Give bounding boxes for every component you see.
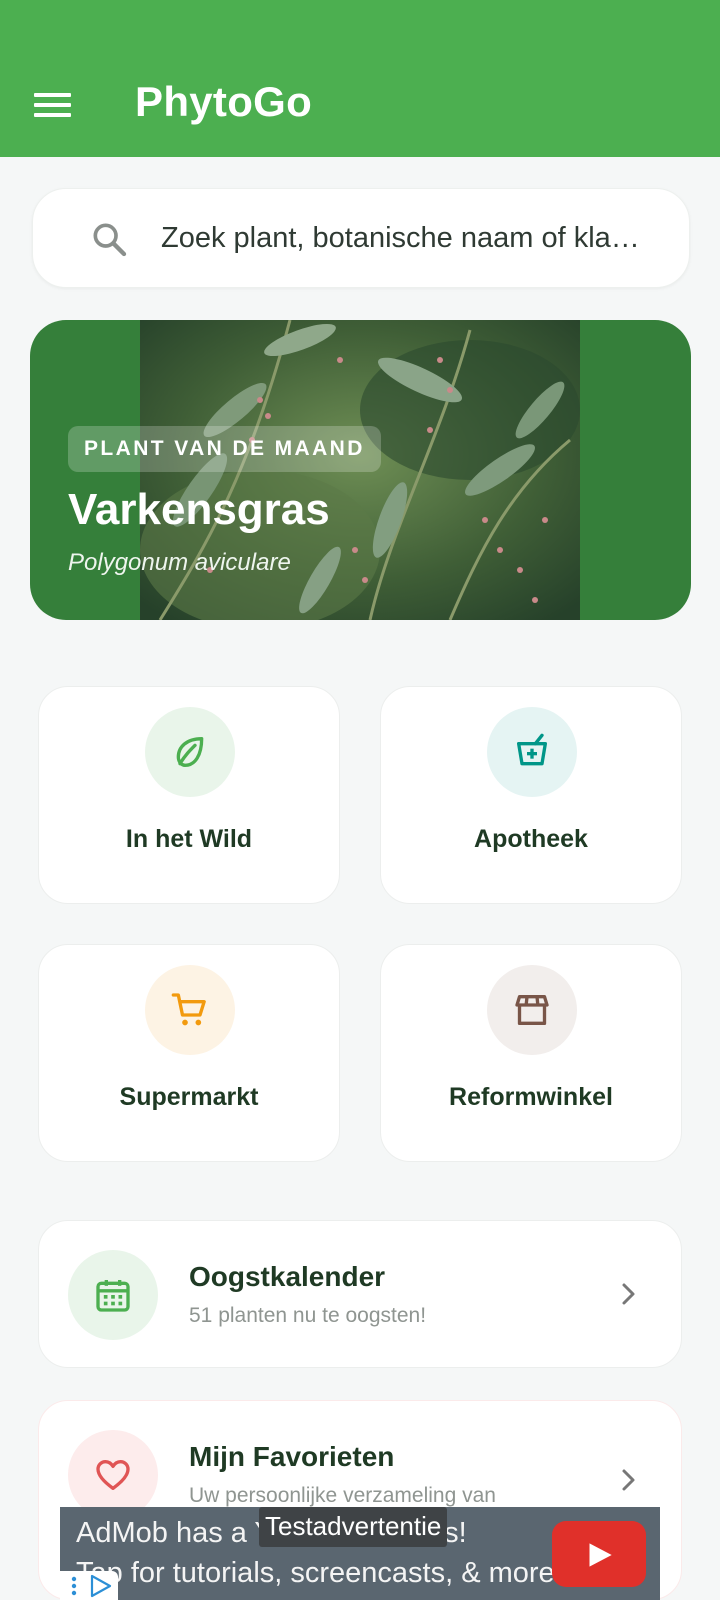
calendar-icon-circle (68, 1250, 158, 1340)
calendar-icon (96, 1280, 130, 1312)
tile-in-het-wild[interactable]: In het Wild (38, 686, 340, 904)
favorites-subtitle: Uw persoonlijke verzameling van (189, 1484, 496, 1507)
plant-of-the-month-card[interactable]: PLANT VAN DE MAAND Varkensgras Polygonum… (30, 320, 691, 620)
test-ad-label: Testadvertentie (259, 1507, 448, 1547)
mortar-pestle-icon (517, 733, 547, 766)
search-icon (93, 223, 127, 257)
chevron-right-icon (622, 1469, 635, 1491)
plant-of-the-month-badge: PLANT VAN DE MAAND (68, 426, 381, 472)
cart-icon-circle (145, 965, 235, 1055)
tile-label: Reformwinkel (449, 1083, 613, 1111)
ad-text-line2: Tap for tutorials, screencasts, & more. (76, 1557, 563, 1589)
app-bar: PhytoGo (0, 0, 720, 157)
tile-label: In het Wild (125, 825, 253, 853)
favorites-title: Mijn Favorieten (189, 1441, 395, 1472)
tile-apotheek[interactable]: Apotheek (380, 686, 682, 904)
youtube-play-icon (589, 1543, 612, 1567)
tile-reformwinkel[interactable]: Reformwinkel (380, 944, 682, 1162)
tile-label: Supermarkt (119, 1083, 259, 1111)
storefront-icon (515, 995, 549, 1025)
leaf-icon-circle (145, 707, 235, 797)
search-input[interactable] (161, 215, 681, 261)
leaf-icon (176, 737, 204, 767)
mortar-icon-circle (487, 707, 577, 797)
featured-plant-latin-name: Polygonum aviculare (68, 549, 291, 576)
app-title: PhytoGo (135, 78, 313, 125)
ad-choices-icon[interactable] (60, 1571, 118, 1600)
harvest-calendar-title: Oogstkalender (189, 1261, 386, 1292)
featured-plant-name: Varkensgras (68, 485, 330, 534)
tile-label: Apotheek (474, 825, 588, 853)
ad-banner[interactable]: AdMob has a YouTube Series! Tap for tuto… (60, 1507, 660, 1600)
chevron-right-icon (622, 1283, 635, 1305)
shopping-cart-icon (171, 993, 206, 1026)
harvest-calendar-card[interactable]: Oogstkalender 51 planten nu te oogsten! (38, 1220, 682, 1368)
heart-icon (96, 1460, 130, 1490)
tile-supermarkt[interactable]: Supermarkt (38, 944, 340, 1162)
store-icon-circle (487, 965, 577, 1055)
menu-icon[interactable] (34, 90, 72, 120)
youtube-play-button[interactable] (552, 1521, 646, 1587)
search-bar[interactable] (32, 188, 690, 288)
harvest-calendar-subtitle: 51 planten nu te oogsten! (189, 1304, 427, 1327)
